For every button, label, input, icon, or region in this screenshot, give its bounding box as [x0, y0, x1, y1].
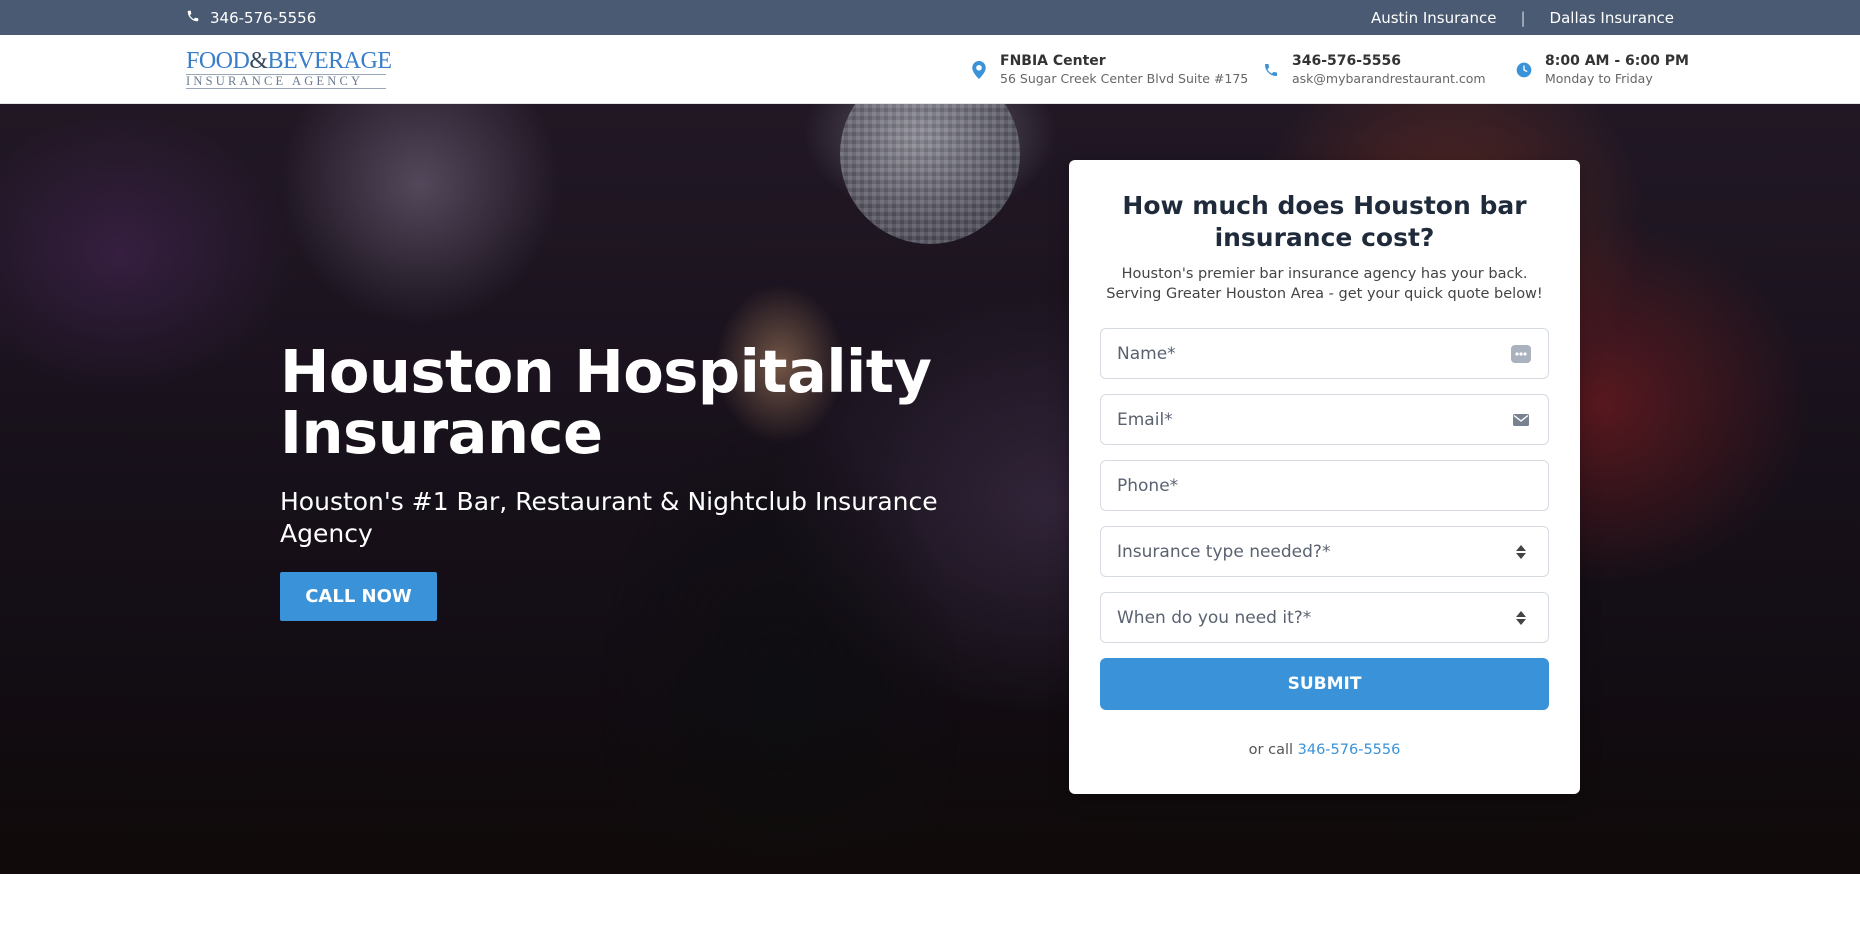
topbar-phone-text[interactable]: 346-576-5556	[210, 9, 316, 27]
or-call-line: or call 346-576-5556	[1099, 742, 1550, 758]
site-logo[interactable]: FOOD&BEVERAGE INSURANCE AGENCY	[186, 48, 392, 89]
when-needed-placeholder[interactable]: When do you need it?*	[1117, 608, 1510, 628]
header-location: FNBIA Center 56 Sugar Creek Center Blvd …	[970, 53, 1248, 87]
clock-icon	[1515, 53, 1533, 87]
name-placeholder[interactable]: Name*	[1117, 344, 1510, 364]
or-call-phone-link[interactable]: 346-576-5556	[1298, 742, 1401, 758]
form-heading: How much does Houston bar insurance cost…	[1122, 191, 1527, 252]
top-bar: 346-576-5556 Austin Insurance | Dallas I…	[0, 0, 1860, 35]
or-call-prefix: or call	[1248, 742, 1294, 758]
phone-placeholder[interactable]: Phone*	[1117, 476, 1532, 496]
site-header: FOOD&BEVERAGE INSURANCE AGENCY FNBIA Cen…	[0, 35, 1860, 104]
select-arrows-icon	[1510, 542, 1532, 562]
quote-form-card: How much does Houston bar insurance cost…	[1069, 160, 1580, 794]
email-placeholder[interactable]: Email*	[1117, 410, 1510, 430]
email-field[interactable]: Email*	[1100, 394, 1549, 445]
select-arrows-icon	[1510, 608, 1532, 628]
phone-icon	[186, 9, 200, 27]
insurance-type-placeholder[interactable]: Insurance type needed?*	[1117, 542, 1510, 562]
call-now-button[interactable]: CALL NOW	[280, 572, 437, 621]
logo-tagline: INSURANCE AGENCY	[186, 74, 386, 89]
envelope-icon	[1510, 410, 1532, 430]
header-hours: 8:00 AM - 6:00 PM Monday to Friday	[1515, 53, 1689, 87]
location-title: FNBIA Center	[1000, 53, 1106, 69]
location-address: 56 Sugar Creek Center Blvd Suite #175	[1000, 71, 1249, 86]
form-description: Houston's premier bar insurance agency h…	[1106, 266, 1543, 302]
submit-button[interactable]: SUBMIT	[1100, 658, 1549, 710]
logo-wordmark: FOOD&BEVERAGE	[186, 48, 392, 74]
hours-title: 8:00 AM - 6:00 PM	[1545, 53, 1689, 69]
header-email[interactable]: ask@mybarandrestaurant.com	[1292, 70, 1486, 87]
link-separator: |	[1520, 8, 1526, 27]
when-needed-select[interactable]: When do you need it?*	[1100, 592, 1549, 643]
phone-icon	[1262, 53, 1280, 87]
austin-insurance-link[interactable]: Austin Insurance	[1371, 9, 1497, 27]
phone-field[interactable]: Phone*	[1100, 460, 1549, 511]
header-phone[interactable]: 346-576-5556	[1292, 53, 1486, 70]
topbar-phone[interactable]: 346-576-5556	[186, 0, 316, 35]
hero-subtitle: Houston's #1 Bar, Restaurant & Nightclub…	[280, 487, 938, 548]
topbar-links: Austin Insurance | Dallas Insurance	[1371, 0, 1674, 35]
map-pin-icon	[970, 53, 988, 87]
autofill-icon[interactable]	[1510, 344, 1532, 364]
hero-section: Houston Hospitality Insurance Houston's …	[0, 104, 1860, 874]
header-contact: 346-576-5556 ask@mybarandrestaurant.com	[1262, 53, 1486, 87]
name-field[interactable]: Name*	[1100, 328, 1549, 379]
insurance-type-select[interactable]: Insurance type needed?*	[1100, 526, 1549, 577]
hours-days: Monday to Friday	[1545, 71, 1653, 86]
dallas-insurance-link[interactable]: Dallas Insurance	[1550, 9, 1674, 27]
hero-title: Houston Hospitality Insurance	[280, 337, 932, 467]
